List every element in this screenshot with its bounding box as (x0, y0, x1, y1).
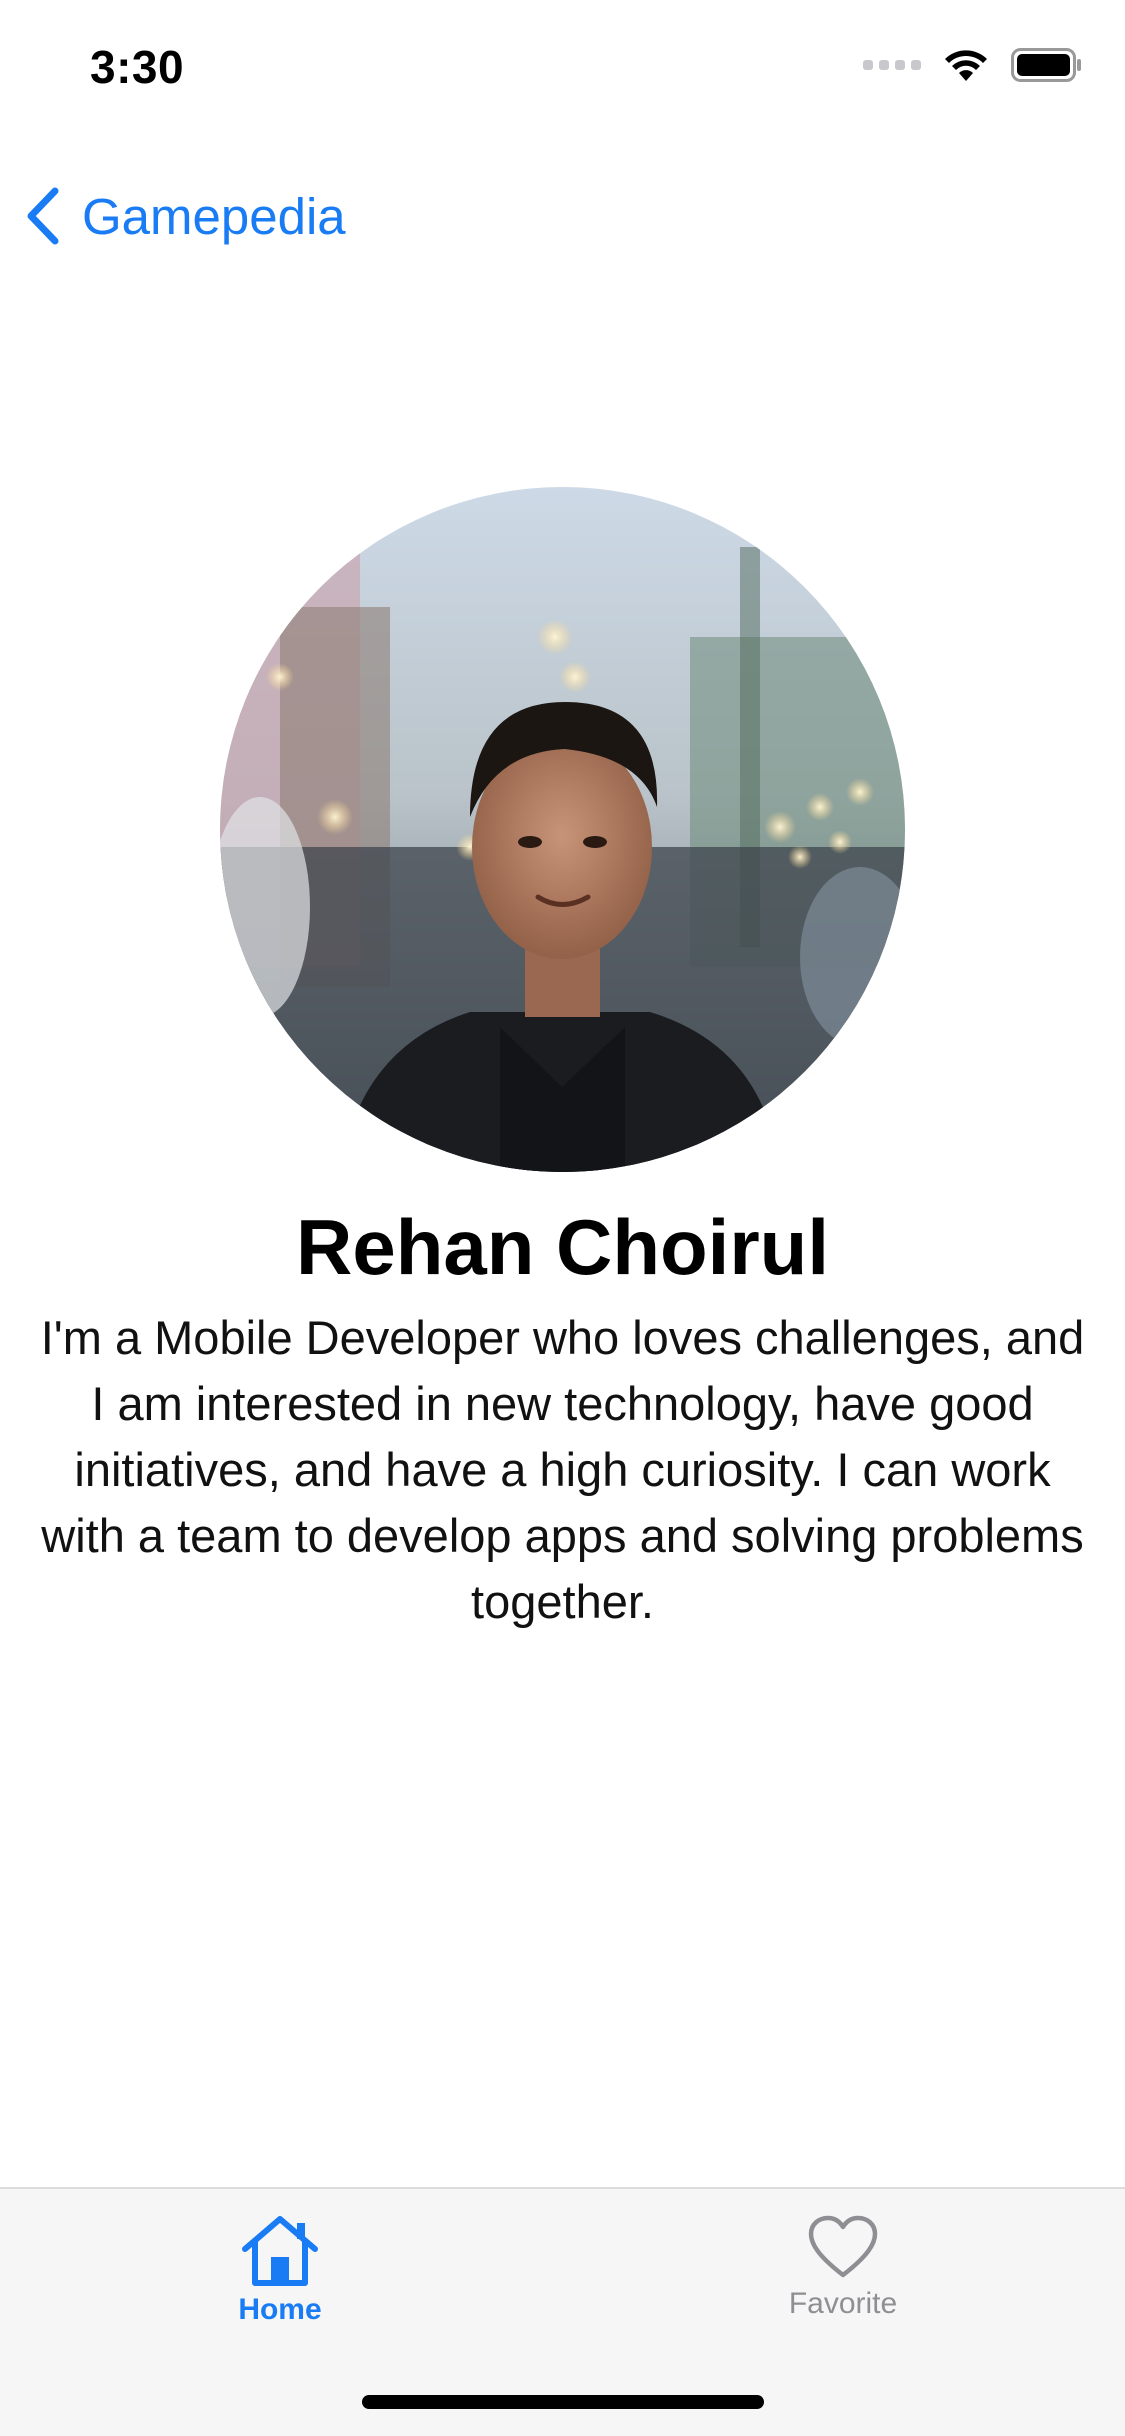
back-button[interactable]: Gamepedia (24, 180, 346, 252)
signal-icon (863, 60, 921, 70)
profile-screen: 3:30 Gamepedia Rehan Choirul I'm a Mobil… (0, 0, 1125, 2436)
tab-home-label: Home (238, 2293, 322, 2326)
profile-bio: I'm a Mobile Developer who loves challen… (40, 1311, 1085, 1628)
battery-icon (1011, 48, 1081, 82)
tab-favorite[interactable]: Favorite (743, 2215, 943, 2321)
home-indicator (362, 2395, 764, 2409)
tab-favorite-label: Favorite (788, 2287, 898, 2320)
status-time: 3:30 (90, 41, 185, 93)
chevron-left-icon (27, 187, 59, 245)
tab-home[interactable]: Home (180, 2215, 380, 2327)
wifi-icon (945, 50, 987, 81)
back-button-label: Gamepedia (82, 187, 346, 245)
house-icon (242, 2216, 318, 2286)
profile-photo (220, 487, 905, 1172)
status-bar: 3:30 (0, 0, 1125, 132)
status-icons (863, 48, 1083, 82)
profile-name: Rehan Choirul (295, 1203, 829, 1291)
heart-icon (808, 2215, 878, 2278)
